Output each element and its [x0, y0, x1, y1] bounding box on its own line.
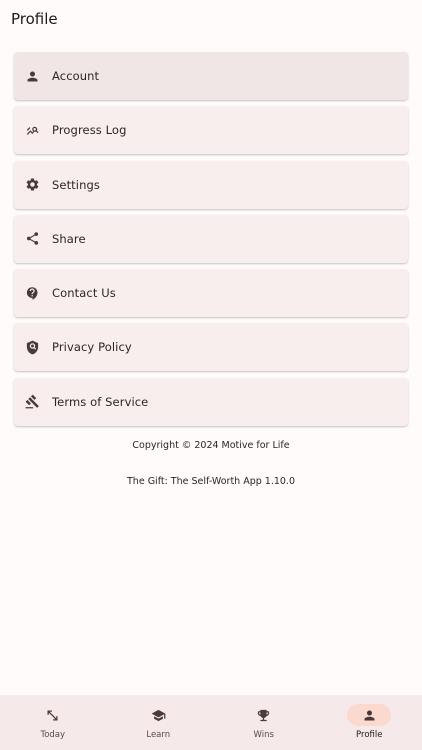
nav-tab-learn[interactable]: Learn [106, 695, 212, 750]
menu-item-label: Settings [52, 177, 100, 192]
trophy-icon [242, 704, 286, 726]
menu-item-contact-us[interactable]: Contact Us [14, 269, 408, 318]
school-cap-icon [136, 704, 180, 726]
menu-item-privacy-policy[interactable]: Privacy Policy [14, 323, 408, 372]
gear-icon [14, 177, 52, 192]
arrows-diagonal-icon [31, 704, 75, 726]
nav-tab-profile[interactable]: Profile [317, 695, 422, 750]
privacy-shield-icon [14, 340, 52, 355]
person-icon [347, 704, 392, 726]
copyright-text: Copyright © 2024 Motive for Life [132, 440, 290, 451]
nav-tab-label: Today [40, 730, 66, 740]
menu-item-label: Progress Log [52, 123, 127, 138]
menu-item-account[interactable]: Account [14, 52, 408, 100]
menu-item-terms-of-service[interactable]: Terms of Service [14, 377, 408, 426]
app-version-text: The Gift: The Self-Worth App 1.10.0 [127, 476, 295, 487]
trending-search-icon [14, 123, 52, 138]
nav-tab-wins[interactable]: Wins [211, 695, 317, 750]
nav-tab-label: Profile [356, 730, 383, 740]
menu-item-settings[interactable]: Settings [14, 160, 408, 209]
menu-item-label: Terms of Service [52, 394, 149, 409]
nav-tab-today[interactable]: Today [0, 695, 106, 750]
menu-item-label: Privacy Policy [52, 340, 132, 355]
bottom-navigation-bar: Today Learn Wins Profile [0, 695, 422, 750]
person-icon [14, 69, 52, 84]
contact-support-icon [14, 286, 52, 301]
page-title: Profile [11, 10, 58, 28]
menu-item-label: Share [52, 231, 86, 246]
nav-tab-label: Wins [253, 730, 274, 740]
share-icon [14, 231, 52, 246]
menu-item-share[interactable]: Share [14, 214, 408, 263]
nav-tab-label: Learn [146, 730, 171, 740]
profile-screen: Profile Account Progress Log Settings Sh… [0, 0, 422, 750]
menu-item-progress-log[interactable]: Progress Log [14, 106, 408, 155]
profile-menu-list: Account Progress Log Settings Share Cont [14, 52, 408, 432]
menu-item-label: Contact Us [52, 286, 116, 301]
gavel-icon [14, 394, 52, 409]
menu-item-label: Account [52, 69, 100, 83]
